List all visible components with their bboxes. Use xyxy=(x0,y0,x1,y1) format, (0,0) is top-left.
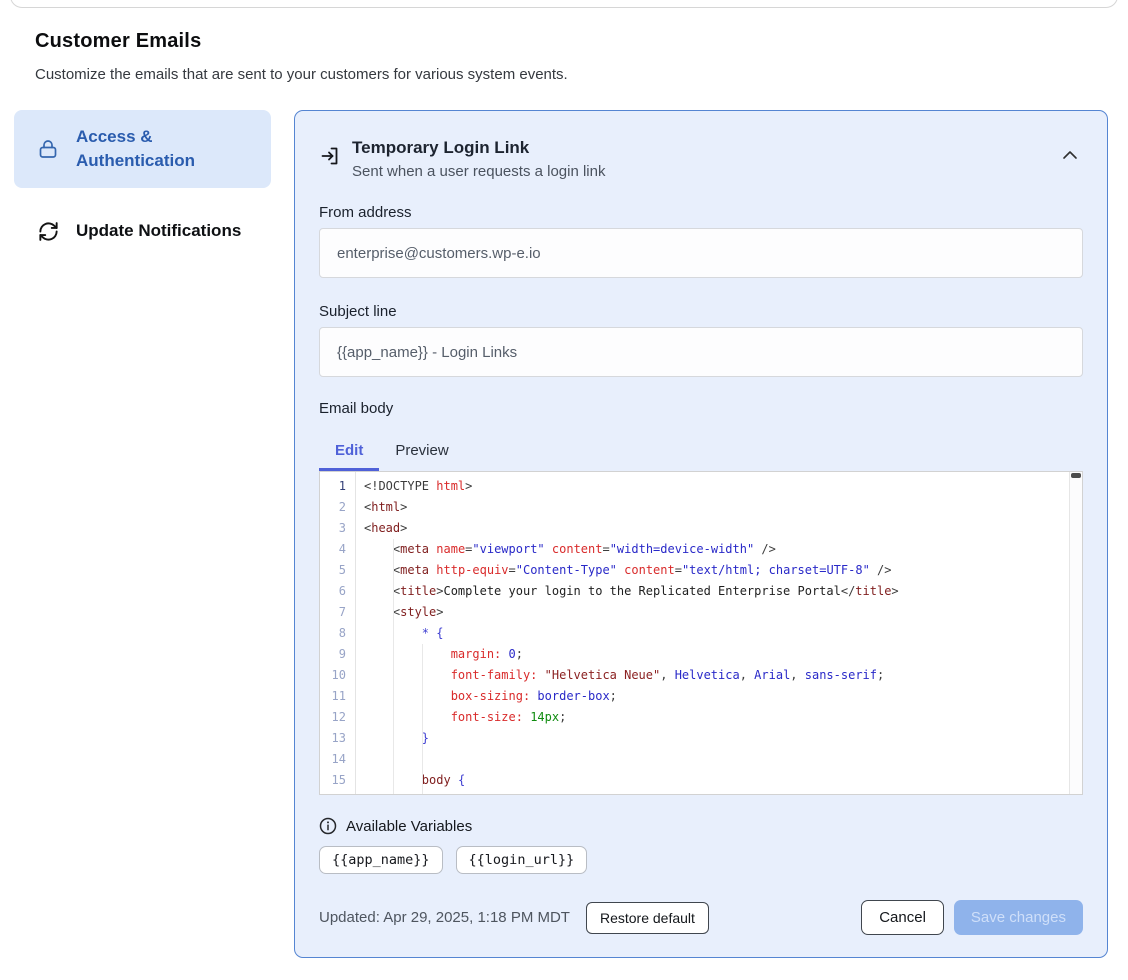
indent-guide xyxy=(393,539,394,794)
code-line-text: <meta http-equiv="Content-Type" content=… xyxy=(355,560,891,581)
code-line-text: <!DOCTYPE html> xyxy=(355,476,472,497)
code-line-text xyxy=(355,749,364,770)
email-body-tabs: Edit Preview xyxy=(319,434,1083,471)
code-editor-lines: 1<!DOCTYPE html>2<html>3<head>4 <meta na… xyxy=(320,472,1082,795)
code-line[interactable]: 13 } xyxy=(320,728,1082,749)
code-line-text: font-size: 14px; xyxy=(355,707,566,728)
line-number: 3 xyxy=(320,518,355,539)
lock-icon xyxy=(36,137,60,161)
line-number: 7 xyxy=(320,602,355,623)
cancel-button[interactable]: Cancel xyxy=(861,900,944,935)
tab-preview[interactable]: Preview xyxy=(379,434,464,471)
code-line[interactable]: 16 background-color: #f8f8f8; xyxy=(320,791,1082,795)
code-line-text: <title>Complete your login to the Replic… xyxy=(355,581,899,602)
code-line-text: <html> xyxy=(355,497,407,518)
code-line[interactable]: 10 font-family: "Helvetica Neue", Helvet… xyxy=(320,665,1082,686)
sidebar-item-label: Update Notifications xyxy=(76,219,241,243)
email-body-label: Email body xyxy=(319,400,1083,417)
line-number: 13 xyxy=(320,728,355,749)
email-settings-sidebar: Access & Authentication Update Notificat… xyxy=(14,110,271,257)
code-line-text: box-sizing: border-box; xyxy=(355,686,617,707)
line-number: 4 xyxy=(320,539,355,560)
indent-guide xyxy=(422,644,423,794)
variable-chip-app-name[interactable]: {{app_name}} xyxy=(319,846,443,874)
line-number: 9 xyxy=(320,644,355,665)
line-number: 2 xyxy=(320,497,355,518)
code-line-text: font-family: "Helvetica Neue", Helvetica… xyxy=(355,665,884,686)
line-number: 11 xyxy=(320,686,355,707)
from-address-label: From address xyxy=(319,204,1083,221)
code-line-text: <head> xyxy=(355,518,407,539)
updated-timestamp: Updated: Apr 29, 2025, 1:18 PM MDT xyxy=(319,909,570,926)
sidebar-item-label: Access & Authentication xyxy=(76,125,216,173)
line-number: 6 xyxy=(320,581,355,602)
editor-gutter-separator xyxy=(355,472,356,794)
code-line[interactable]: 7 <style> xyxy=(320,602,1082,623)
available-variables-label: Available Variables xyxy=(346,818,472,835)
subject-line-label: Subject line xyxy=(319,303,1083,320)
code-line-text: body { xyxy=(355,770,465,791)
from-address-input[interactable] xyxy=(319,228,1083,278)
line-number: 15 xyxy=(320,770,355,791)
line-number: 16 xyxy=(320,791,355,795)
panel-footer: Updated: Apr 29, 2025, 1:18 PM MDT Resto… xyxy=(319,900,1083,935)
code-line-text: <style> xyxy=(355,602,443,623)
chevron-up-icon xyxy=(1062,150,1078,160)
code-line[interactable]: 8 * { xyxy=(320,623,1082,644)
code-line[interactable]: 14 xyxy=(320,749,1082,770)
variable-chip-login-url[interactable]: {{login_url}} xyxy=(456,846,588,874)
code-editor[interactable]: 1<!DOCTYPE html>2<html>3<head>4 <meta na… xyxy=(319,471,1083,795)
panel-header-text: Temporary Login Link Sent when a user re… xyxy=(352,136,1057,182)
code-line[interactable]: 11 box-sizing: border-box; xyxy=(320,686,1082,707)
sidebar-item-access-authentication[interactable]: Access & Authentication xyxy=(14,110,271,188)
line-number: 5 xyxy=(320,560,355,581)
panel-subtitle: Sent when a user requests a login link xyxy=(352,162,1057,182)
code-line-text: <meta name="viewport" content="width=dev… xyxy=(355,539,776,560)
info-icon xyxy=(319,817,337,835)
page-title: Customer Emails xyxy=(35,30,201,53)
line-number: 14 xyxy=(320,749,355,770)
code-line[interactable]: 15 body { xyxy=(320,770,1082,791)
code-line[interactable]: 12 font-size: 14px; xyxy=(320,707,1082,728)
code-line[interactable]: 6 <title>Complete your login to the Repl… xyxy=(320,581,1082,602)
restore-default-button[interactable]: Restore default xyxy=(586,902,709,934)
variable-chips: {{app_name}} {{login_url}} xyxy=(319,846,1083,874)
refresh-icon xyxy=(36,219,60,243)
code-line[interactable]: 1<!DOCTYPE html> xyxy=(320,476,1082,497)
editor-scrollbar-thumb[interactable] xyxy=(1071,473,1081,478)
code-line[interactable]: 3<head> xyxy=(320,518,1082,539)
editor-scrollbar[interactable] xyxy=(1069,472,1082,794)
code-line-text: * { xyxy=(355,623,444,644)
code-line[interactable]: 5 <meta http-equiv="Content-Type" conten… xyxy=(320,560,1082,581)
available-variables-row: Available Variables xyxy=(319,817,1083,835)
code-line[interactable]: 2<html> xyxy=(320,497,1082,518)
page-subtitle: Customize the emails that are sent to yo… xyxy=(35,66,568,83)
save-changes-button[interactable]: Save changes xyxy=(954,900,1083,935)
line-number: 10 xyxy=(320,665,355,686)
code-line[interactable]: 9 margin: 0; xyxy=(320,644,1082,665)
line-number: 1 xyxy=(320,476,355,497)
panel-title: Temporary Login Link xyxy=(352,136,1057,160)
code-line-text: background-color: #f8f8f8; xyxy=(355,791,639,795)
collapse-button[interactable] xyxy=(1057,142,1083,168)
login-icon xyxy=(319,144,343,168)
email-settings-panel: Temporary Login Link Sent when a user re… xyxy=(294,110,1108,958)
tab-edit[interactable]: Edit xyxy=(319,434,379,471)
panel-header: Temporary Login Link Sent when a user re… xyxy=(319,136,1083,182)
previous-card-bottom-edge xyxy=(10,0,1118,8)
code-line-text: margin: 0; xyxy=(355,644,523,665)
code-line[interactable]: 4 <meta name="viewport" content="width=d… xyxy=(320,539,1082,560)
line-number: 8 xyxy=(320,623,355,644)
line-number: 12 xyxy=(320,707,355,728)
subject-line-input[interactable] xyxy=(319,327,1083,377)
sidebar-item-update-notifications[interactable]: Update Notifications xyxy=(14,205,271,257)
